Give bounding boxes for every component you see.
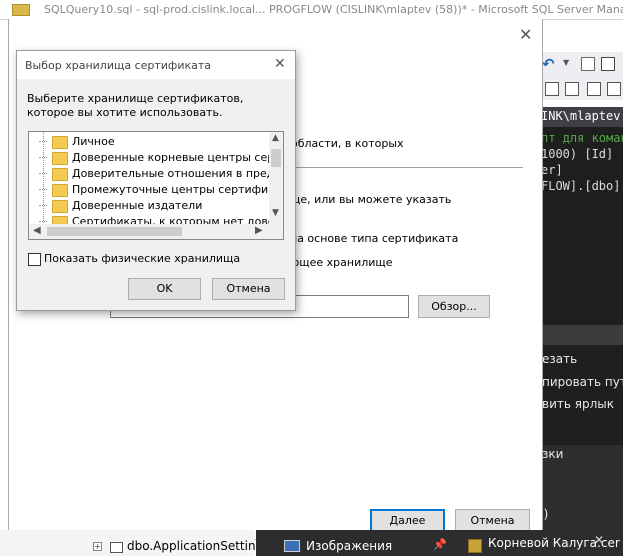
dialog-title: Выбор хранилища сертификата — [25, 59, 212, 72]
certificate-icon — [468, 539, 482, 553]
wizard-text-areas: области, в которых — [291, 137, 404, 150]
code-line: er] — [541, 163, 563, 177]
query-tab-header[interactable]: INK\mlaptev — [541, 107, 623, 127]
editor-footer — [541, 325, 623, 345]
image-icon — [284, 540, 300, 552]
toolbar-button-icon[interactable] — [581, 57, 595, 71]
toolbar-button-icon[interactable] — [545, 82, 559, 96]
dialog-title-bar: Выбор хранилища сертификата ✕ — [17, 51, 295, 79]
context-menu-item[interactable]: езать — [542, 352, 577, 366]
next-button[interactable]: Далее — [370, 509, 445, 532]
horizontal-scrollbar[interactable]: ◀ ▶ — [29, 224, 283, 239]
cancel-button[interactable]: Отмена — [212, 278, 285, 300]
wizard-text-can-specify: ще, или вы можете указать — [290, 193, 452, 206]
toolbar-button-icon[interactable] — [601, 57, 615, 71]
tree-item-label: Промежуточные центры сертификаци — [72, 183, 284, 196]
ssms-window-title: SQLQuery10.sql - sql-prod.cislink.local.… — [44, 3, 623, 16]
context-menu-item[interactable]: пировать путь — [542, 375, 623, 389]
tree-item-label: Личное — [72, 135, 115, 148]
code-line: 1000) [Id] — [541, 147, 614, 161]
context-menu-item[interactable]: вить ярлык — [542, 397, 614, 411]
cancel-button[interactable]: Отмена — [455, 509, 530, 532]
chevron-down-icon[interactable]: ▼ — [563, 58, 569, 67]
toolbar-button-icon[interactable] — [607, 82, 621, 96]
toolbar-button-icon[interactable] — [587, 82, 601, 96]
ssms-title-bar: SQLQuery10.sql - sql-prod.cislink.local.… — [0, 0, 623, 20]
close-icon[interactable]: ✕ — [519, 25, 532, 44]
tree-item-label: Доверенные корневые центры сертиф — [72, 151, 284, 164]
ssms-app-icon — [12, 4, 30, 16]
toolbar-button-icon[interactable] — [565, 82, 579, 96]
wizard-text-store: ющее хранилище — [290, 256, 393, 269]
code-line: пт для коман — [541, 131, 623, 145]
folder-icon — [52, 184, 68, 197]
show-physical-stores-label[interactable]: Показать физические хранилища — [44, 252, 240, 265]
query-tab-label: INK\mlaptev — [541, 109, 621, 123]
tree-item-label: Доверенные издатели — [72, 199, 203, 212]
scroll-thumb[interactable] — [271, 149, 281, 167]
close-icon[interactable]: ✕ — [274, 56, 286, 72]
close-icon[interactable]: ✕ — [594, 533, 604, 547]
ok-button[interactable]: OK — [128, 278, 201, 300]
divider — [285, 167, 523, 168]
ssms-toolbar: ↶ ▼ — [541, 52, 623, 78]
folder-icon — [52, 168, 68, 181]
folder-icon — [52, 152, 68, 165]
folder-icon — [52, 136, 68, 149]
scroll-thumb[interactable] — [47, 227, 182, 236]
tab-images-label: Изображения — [306, 539, 393, 553]
scroll-right-icon[interactable]: ▶ — [255, 225, 263, 236]
table-icon — [110, 542, 123, 553]
tree-item-label: Доверительные отношения в предпри — [72, 167, 284, 180]
scroll-left-icon[interactable]: ◀ — [33, 225, 41, 236]
code-line: FLOW].[dbo]. — [541, 179, 623, 193]
object-explorer-row[interactable]: + dbo.ApplicationSetting — [0, 530, 263, 556]
show-physical-stores-checkbox[interactable] — [28, 253, 41, 266]
certificate-store-tree[interactable]: Личное Доверенные корневые центры сертиф… — [28, 131, 284, 240]
tab-images[interactable]: Изображения 📌 — [256, 530, 460, 556]
undo-icon[interactable]: ↶ — [542, 55, 555, 73]
select-certificate-store-dialog: Выбор хранилища сертификата ✕ Выберите х… — [16, 50, 296, 311]
browse-button[interactable]: Обзор... — [418, 295, 490, 318]
wizard-text-by-type: на основе типа сертификата — [290, 232, 459, 245]
tree-line — [43, 132, 44, 227]
context-menu-item[interactable]: зки — [542, 447, 563, 461]
expand-icon[interactable]: + — [93, 542, 102, 551]
folder-icon — [52, 200, 68, 213]
scroll-up-icon[interactable]: ▲ — [272, 133, 279, 143]
pin-icon[interactable]: 📌 — [433, 538, 447, 551]
query-editor[interactable]: пт для коман 1000) [Id] er] FLOW].[dbo]. — [541, 127, 623, 325]
ssms-toolbar-row2 — [541, 78, 623, 100]
tree-item-label: dbo.ApplicationSetting — [127, 539, 264, 553]
vertical-scrollbar[interactable]: ▲ ▼ — [269, 132, 283, 224]
dialog-prompt: Выберите хранилище сертификатов, которое… — [27, 92, 244, 119]
scroll-down-icon[interactable]: ▼ — [272, 208, 279, 218]
tab-certificate[interactable]: Корневой Калуга.cer ✕ — [460, 530, 623, 556]
